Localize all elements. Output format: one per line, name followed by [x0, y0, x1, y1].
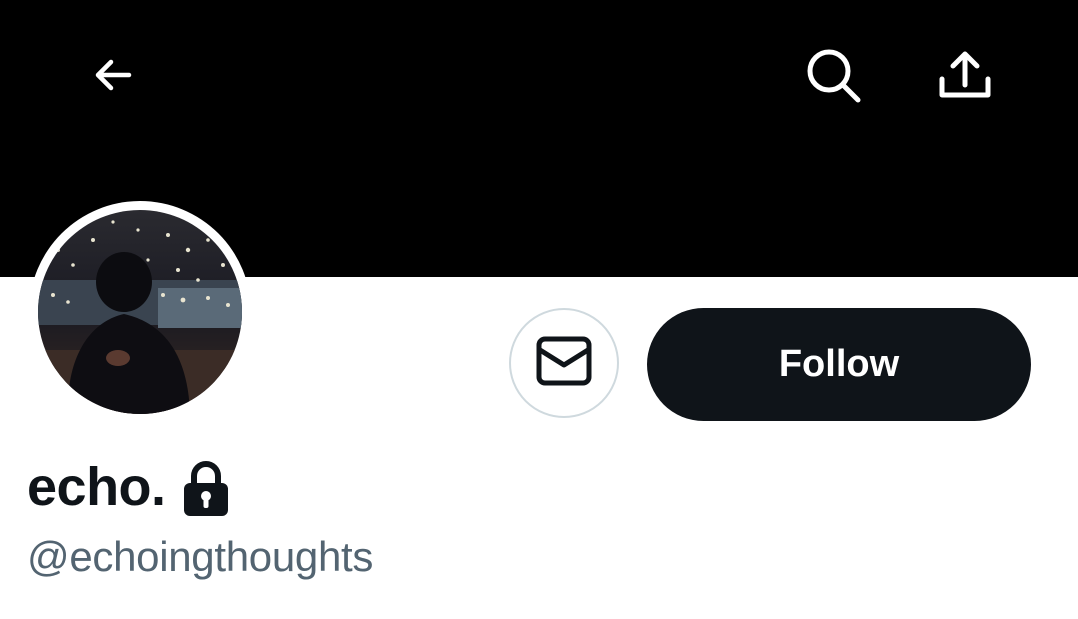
search-icon	[803, 45, 863, 110]
profile-page: Follow echo. @echoingthoughts	[0, 0, 1078, 619]
message-button[interactable]	[509, 308, 619, 418]
envelope-icon	[536, 335, 592, 392]
user-handle: @echoingthoughts	[27, 533, 374, 580]
back-button[interactable]	[78, 42, 148, 112]
arrow-left-icon	[89, 51, 137, 104]
follow-button[interactable]: Follow	[647, 308, 1031, 421]
share-button[interactable]	[930, 42, 1000, 112]
share-upload-icon	[937, 47, 993, 108]
follow-button-label: Follow	[778, 343, 900, 385]
name-row: echo.	[27, 452, 230, 522]
lock-icon	[182, 459, 230, 517]
avatar[interactable]	[38, 210, 242, 414]
search-button[interactable]	[798, 42, 868, 112]
display-name: echo.	[27, 457, 166, 517]
